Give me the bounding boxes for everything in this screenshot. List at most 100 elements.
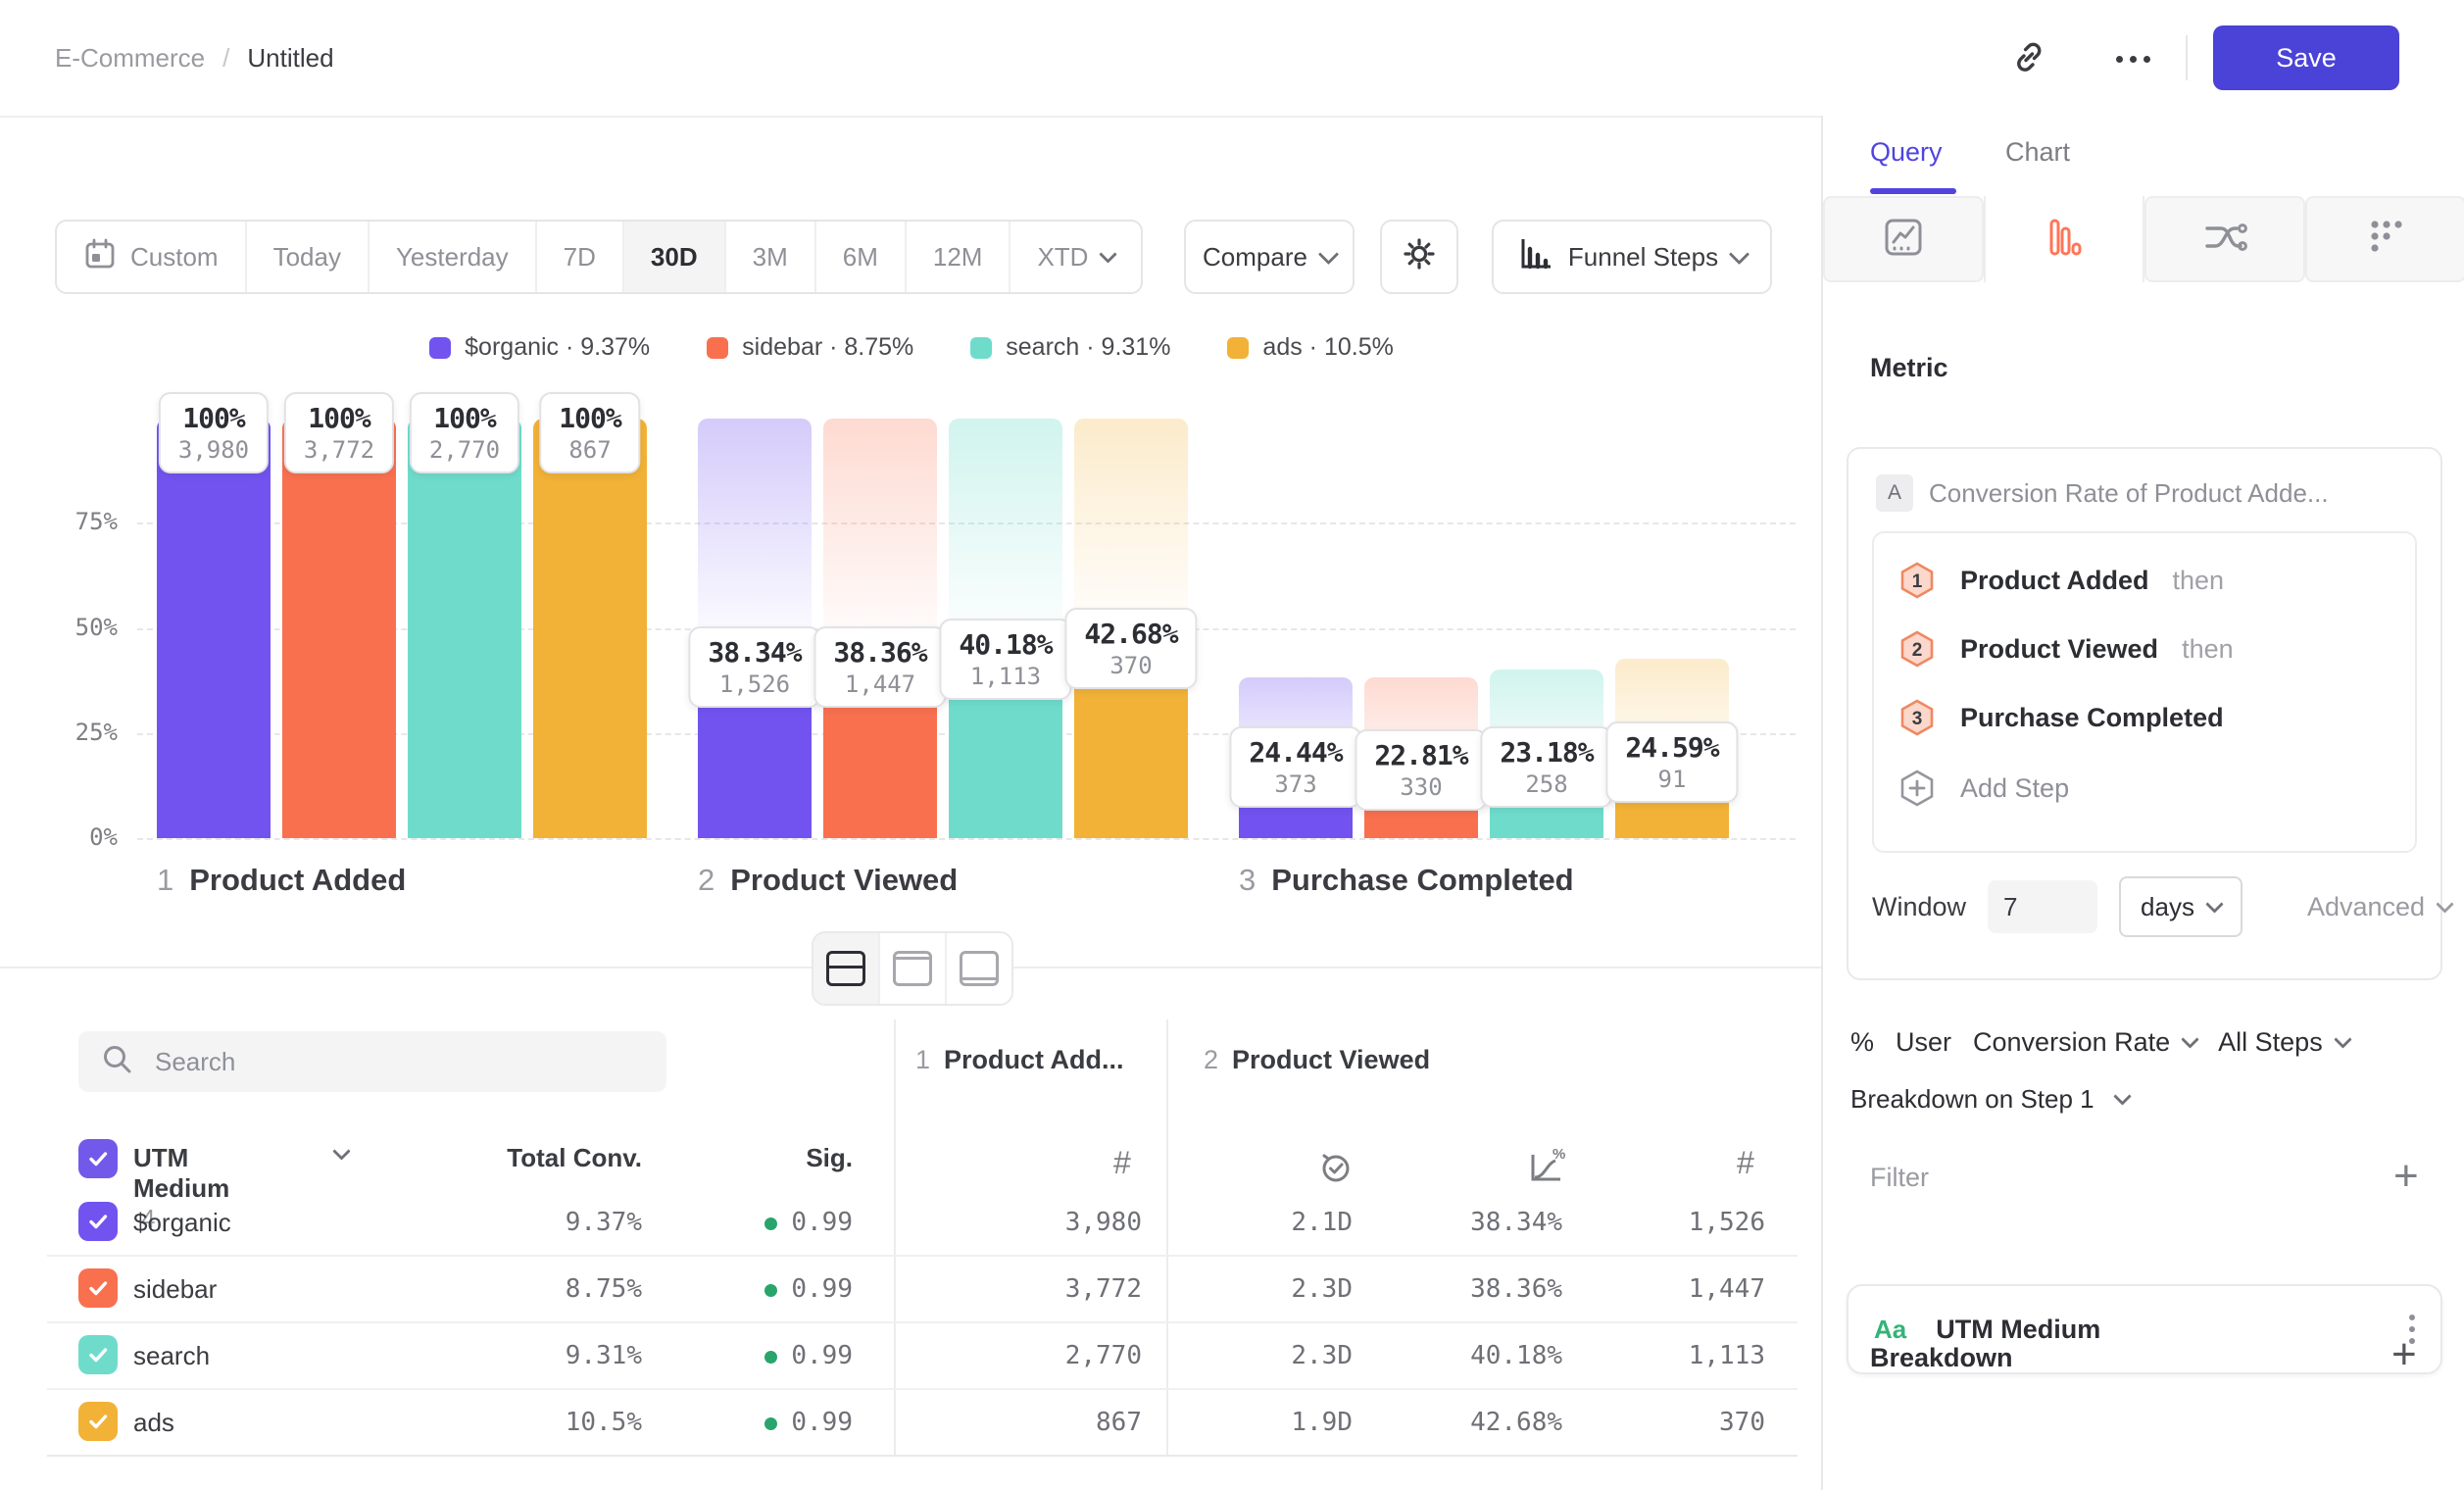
significance-value: 0.99 (706, 1274, 853, 1304)
funnel-bar-step1-ads[interactable] (533, 419, 647, 838)
add-step-hexagon-icon (1897, 769, 1937, 808)
advanced-toggle[interactable]: Advanced (2307, 892, 2451, 922)
funnels-icon (2042, 215, 2087, 265)
kebab-menu-icon[interactable] (2409, 1315, 2415, 1344)
bar-value-label: 100%867 (539, 392, 640, 473)
total-conv-header[interactable]: Total Conv. (490, 1143, 642, 1173)
legend-item-ads[interactable]: ads · 10.5% (1227, 333, 1393, 362)
insights-icon (1881, 215, 1926, 265)
funnel-chart-icon (1517, 235, 1554, 279)
row-checkbox[interactable] (78, 1202, 118, 1241)
legend-item-organic[interactable]: $organic · 9.37% (429, 333, 650, 362)
count-column-icon[interactable]: # (1113, 1145, 1131, 1181)
query-step-3[interactable]: 3Purchase Completed (1897, 698, 2224, 737)
user-count: 258 (1500, 770, 1593, 798)
sig-header[interactable]: Sig. (755, 1143, 853, 1173)
tab-flows[interactable] (2144, 196, 2305, 282)
legend-item-sidebar[interactable]: sidebar · 8.75% (707, 333, 913, 362)
layout-table-only-button[interactable] (945, 933, 1011, 1004)
chart-settings-button[interactable] (1380, 220, 1458, 294)
bar-value-label: 22.81%330 (1355, 729, 1487, 811)
table-cell: 42.68% (1347, 1408, 1562, 1437)
count-column-icon[interactable]: # (1737, 1145, 1754, 1181)
range-custom[interactable]: Custom (57, 222, 245, 292)
conversion-pct: 22.81% (1374, 739, 1467, 771)
metric-dropdown[interactable]: Conversion Rate (1973, 1027, 2196, 1058)
actor-label[interactable]: User (1896, 1027, 1951, 1058)
layout-toggle-group (812, 931, 1013, 1006)
range-yesterday[interactable]: Yesterday (368, 222, 535, 292)
table-search[interactable] (78, 1031, 666, 1092)
add-filter-button[interactable]: + (2393, 1155, 2419, 1198)
save-button[interactable]: Save (2213, 25, 2399, 90)
metric-card: A Conversion Rate of Product Adde... 1Pr… (1847, 447, 2442, 980)
table-row[interactable]: ads10.5%0.998671.9D42.68%370 (0, 1388, 1821, 1455)
user-count: 373 (1249, 770, 1342, 798)
funnel-bar-step1-sidebar[interactable] (282, 419, 396, 838)
chart-type-button[interactable]: Funnel Steps (1492, 220, 1772, 294)
range-3m[interactable]: 3M (724, 222, 814, 292)
row-checkbox[interactable] (78, 1335, 118, 1374)
bar-value-label: 100%3,772 (284, 392, 394, 473)
breakdown-item[interactable]: Aa UTM Medium (1847, 1284, 2442, 1374)
range-6m[interactable]: 6M (814, 222, 905, 292)
row-checkbox[interactable] (78, 1402, 118, 1441)
range-today[interactable]: Today (245, 222, 368, 292)
copy-link-button[interactable] (2001, 31, 2056, 86)
conversion-pct: 42.68% (1084, 618, 1177, 650)
scope-dropdown[interactable]: All Steps (2218, 1027, 2349, 1058)
legend-label: $organic · 9.37% (465, 333, 650, 362)
tab-funnels[interactable] (1984, 196, 2144, 282)
funnel-bar-step1-$organic[interactable] (157, 419, 271, 838)
table-cell: 370 (1550, 1408, 1765, 1437)
tab-query[interactable]: Query (1870, 137, 1943, 168)
query-panel: Query Chart (1821, 116, 2464, 1490)
window-unit-dropdown[interactable]: days (2119, 876, 2242, 937)
row-checkbox[interactable] (78, 1268, 118, 1308)
chevron-down-icon (1729, 243, 1749, 264)
funnel-bar-step1-search[interactable] (408, 419, 521, 838)
table-row[interactable]: $organic9.37%0.993,9802.1D38.34%1,526 (0, 1188, 1821, 1255)
formula-text[interactable]: Conversion Rate of Product Adde... (1929, 478, 2329, 509)
table-row[interactable]: sidebar8.75%0.993,7722.3D38.36%1,447 (0, 1255, 1821, 1321)
breadcrumb-report-title[interactable]: Untitled (247, 43, 333, 74)
user-count: 1,447 (833, 670, 926, 698)
table-row[interactable]: search9.31%0.992,7702.3D40.18%1,113 (0, 1321, 1821, 1388)
tab-insights[interactable] (1823, 196, 1984, 282)
range-12m[interactable]: 12M (905, 222, 1010, 292)
range-30d[interactable]: 30D (622, 222, 724, 292)
layout-chart-only-button[interactable] (878, 933, 945, 1004)
breadcrumb: E-Commerce / Untitled (55, 43, 334, 74)
layout-split-button[interactable] (813, 933, 878, 1004)
filter-section-heading: Filter (1870, 1163, 1929, 1193)
breadcrumb-project[interactable]: E-Commerce (55, 43, 205, 74)
time-to-convert-icon[interactable] (1315, 1147, 1355, 1191)
conversion-rate-column-icon[interactable]: % (1525, 1147, 1566, 1191)
user-count: 91 (1625, 766, 1718, 793)
more-menu-button[interactable] (2105, 31, 2160, 86)
tab-chart[interactable]: Chart (2005, 137, 2070, 168)
table-cell: 2.3D (1137, 1274, 1353, 1304)
range-xtd[interactable]: XTD (1009, 222, 1141, 292)
formula-badge: A (1876, 474, 1913, 512)
step-name: Product Add... (944, 1045, 1124, 1075)
table-group-head-1[interactable]: 1 Product Add... (915, 1045, 1124, 1075)
select-all-checkbox[interactable] (78, 1139, 118, 1178)
query-step-1[interactable]: 1Product Addedthen (1897, 561, 2224, 600)
range-7d[interactable]: 7D (535, 222, 622, 292)
add-step-button[interactable]: Add Step (1897, 769, 2069, 808)
table-group-head-2[interactable]: 2 Product Viewed (1204, 1045, 1430, 1075)
breakdown-on-step-dropdown[interactable]: Breakdown on Step 1 (1850, 1084, 2129, 1115)
chevron-down-icon[interactable] (332, 1142, 350, 1160)
compare-button[interactable]: Compare (1184, 220, 1355, 294)
search-input[interactable] (153, 1046, 645, 1078)
query-step-2[interactable]: 2Product Viewedthen (1897, 629, 2234, 669)
table-cell: 2.1D (1137, 1208, 1353, 1237)
svg-text:2: 2 (1912, 640, 1923, 661)
conversion-pct: 100% (429, 402, 500, 434)
window-value-input[interactable]: 7 (1988, 880, 2097, 933)
legend-item-search[interactable]: search · 9.31% (970, 333, 1170, 362)
total-conversion-value: 10.5% (446, 1408, 642, 1437)
tab-retention[interactable] (2305, 196, 2464, 282)
step-suffix: then (2173, 566, 2225, 596)
